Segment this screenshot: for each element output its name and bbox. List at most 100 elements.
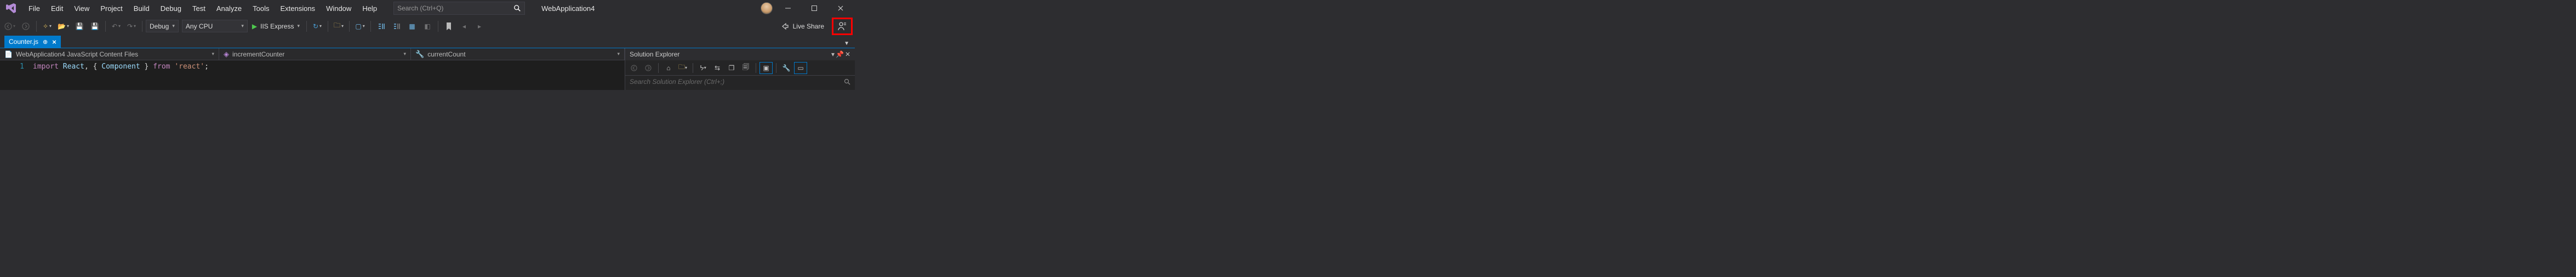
menu-test[interactable]: Test xyxy=(187,1,211,16)
menu-edit[interactable]: Edit xyxy=(45,1,68,16)
nav-forward-button[interactable] xyxy=(19,19,33,33)
menu-debug[interactable]: Debug xyxy=(155,1,187,16)
solution-platform-dropdown[interactable]: Any CPU▾ xyxy=(182,20,248,32)
tok-string: 'react' xyxy=(174,63,204,71)
new-project-button[interactable]: ✧▾ xyxy=(40,19,54,33)
solution-title: WebApplication4 xyxy=(541,4,595,13)
live-visual-tree-icon[interactable]: ▢▾ xyxy=(353,19,367,33)
wrench-icon: 🔧 xyxy=(415,50,424,59)
menu-help[interactable]: Help xyxy=(357,1,382,16)
maximize-button[interactable] xyxy=(803,1,825,16)
user-avatar[interactable] xyxy=(761,2,773,14)
menu-file[interactable]: File xyxy=(23,1,45,16)
feedback-person-icon xyxy=(837,21,847,31)
nav-member-dropdown[interactable]: ◈ incrementCounter ▾ xyxy=(219,48,411,60)
close-tab-icon[interactable]: × xyxy=(52,38,56,46)
show-all-files-icon[interactable]: ▣ xyxy=(759,62,773,74)
next-bookmark-nav-icon[interactable]: ▸ xyxy=(472,19,487,33)
preview-selected-icon[interactable]: ▭ xyxy=(794,62,807,74)
js-file-icon: 📄 xyxy=(4,50,13,58)
live-share-button[interactable]: Live Share xyxy=(776,22,829,31)
tok-punct: , { xyxy=(84,63,97,71)
nav-back-button[interactable]: ▾ xyxy=(2,19,18,33)
solution-explorer-search[interactable]: Search Solution Explorer (Ctrl+;) xyxy=(625,76,855,88)
nav-scope-text: WebApplication4 JavaScript Content Files xyxy=(16,50,138,58)
menu-analyze[interactable]: Analyze xyxy=(211,1,247,16)
close-panel-icon[interactable]: ✕ xyxy=(845,50,850,58)
toolbar-separator xyxy=(370,21,371,32)
minimize-button[interactable] xyxy=(777,1,799,16)
workspace: 📄 WebApplication4 JavaScript Content Fil… xyxy=(0,48,855,90)
open-file-button[interactable]: 📂▾ xyxy=(55,19,71,33)
comment-out-button[interactable] xyxy=(374,19,389,33)
back-icon[interactable] xyxy=(627,62,641,74)
code-editor-line[interactable]: 1 import React , { Component } from 'rea… xyxy=(0,60,625,71)
pin-panel-icon[interactable]: 📌 xyxy=(836,50,844,58)
tok-import: import xyxy=(33,63,59,71)
menu-extensions[interactable]: Extensions xyxy=(275,1,321,16)
toolbar-separator xyxy=(349,21,350,32)
close-button[interactable] xyxy=(830,1,852,16)
chevron-down-icon: ▾ xyxy=(617,51,620,57)
line-number: 1 xyxy=(0,63,33,71)
live-share-icon xyxy=(781,22,790,31)
uncomment-button[interactable] xyxy=(390,19,404,33)
tok-semi: ; xyxy=(204,63,209,71)
save-button[interactable]: 💾 xyxy=(72,19,87,33)
undo-button[interactable]: ↶▾ xyxy=(109,19,123,33)
visual-studio-logo-icon xyxy=(5,2,18,14)
browser-link-refresh-button[interactable]: ↻▾ xyxy=(310,19,324,33)
menu-bar: File Edit View Project Build Debug Test … xyxy=(0,0,855,16)
solution-explorer-title-bar[interactable]: Solution Explorer ▾ 📌 ✕ xyxy=(625,48,855,60)
panel-title-text: Solution Explorer xyxy=(630,50,679,58)
title-bar-right xyxy=(761,1,852,16)
solution-configuration-dropdown[interactable]: Debug▾ xyxy=(146,20,179,32)
toggle-bookmarks-icon[interactable]: ▦ xyxy=(405,19,419,33)
nav-detail-text: currentCount xyxy=(427,50,465,58)
find-in-files-button[interactable]: 🗀▾ xyxy=(332,19,346,33)
window-position-icon[interactable]: ▾ xyxy=(831,50,835,58)
solution-explorer-toolbar: ⌂ 🗀▾ ᔭ▾ ⇆ ❐ 🗐 ▣ 🔧 ▭ xyxy=(625,60,855,76)
menu-window[interactable]: Window xyxy=(321,1,357,16)
sync-with-active-icon[interactable]: ⇆ xyxy=(711,62,724,74)
menu-tools[interactable]: Tools xyxy=(247,1,275,16)
properties-icon[interactable]: 🔧 xyxy=(780,62,793,74)
toolbar-separator xyxy=(658,63,659,73)
solutions-and-folders-icon[interactable]: 🗀▾ xyxy=(676,62,689,74)
feedback-highlighted-button[interactable] xyxy=(832,18,853,35)
collapse-all-icon[interactable]: 🗐 xyxy=(739,62,752,74)
menu-build[interactable]: Build xyxy=(128,1,155,16)
document-tab-counter-js[interactable]: Counter.js ⊕ × xyxy=(4,36,61,48)
menu-view[interactable]: View xyxy=(68,1,95,16)
method-cube-icon: ◈ xyxy=(224,50,229,59)
refresh-icon[interactable]: ❐ xyxy=(725,62,738,74)
nesting-icon[interactable]: ᔭ▾ xyxy=(696,62,710,74)
search-icon xyxy=(513,4,521,12)
nav-member-text: incrementCounter xyxy=(232,50,284,58)
previous-bookmark-icon[interactable]: ◧ xyxy=(420,19,435,33)
redo-button[interactable]: ↷▾ xyxy=(124,19,139,33)
tab-overflow-chevron-icon[interactable]: ▼ xyxy=(844,41,855,48)
tok-react: React xyxy=(63,63,84,71)
search-placeholder-text: Search Solution Explorer (Ctrl+;) xyxy=(630,78,724,86)
toolbar-separator xyxy=(36,21,37,32)
save-all-button[interactable]: 💾 xyxy=(88,19,102,33)
nav-detail-dropdown[interactable]: 🔧 currentCount ▾ xyxy=(411,48,625,60)
standard-toolbar: ▾ ✧▾ 📂▾ 💾 💾 ↶▾ ↷▾ Debug▾ Any CPU▾ ▶IIS E… xyxy=(0,16,855,35)
tok-from: from xyxy=(153,63,170,71)
quick-launch-search[interactable]: Search (Ctrl+Q) xyxy=(393,2,525,15)
bookmark-flag-icon[interactable] xyxy=(442,19,456,33)
search-icon xyxy=(844,78,850,85)
chevron-down-icon: ▾ xyxy=(212,51,214,57)
menu-project[interactable]: Project xyxy=(95,1,128,16)
prev-bookmark-nav-icon[interactable]: ◂ xyxy=(457,19,471,33)
search-placeholder-text: Search (Ctrl+Q) xyxy=(397,4,443,12)
nav-scope-dropdown[interactable]: 📄 WebApplication4 JavaScript Content Fil… xyxy=(0,48,219,60)
solution-explorer-panel: Solution Explorer ▾ 📌 ✕ ⌂ 🗀▾ ᔭ▾ ⇆ ❐ 🗐 ▣ … xyxy=(625,48,855,90)
home-icon[interactable]: ⌂ xyxy=(662,62,675,74)
start-debug-button[interactable]: ▶IIS Express▾ xyxy=(249,19,303,33)
tok-punct: } xyxy=(145,63,149,71)
forward-icon[interactable] xyxy=(642,62,655,74)
pin-tab-icon[interactable]: ⊕ xyxy=(43,38,48,46)
editor-column: 📄 WebApplication4 JavaScript Content Fil… xyxy=(0,48,625,90)
